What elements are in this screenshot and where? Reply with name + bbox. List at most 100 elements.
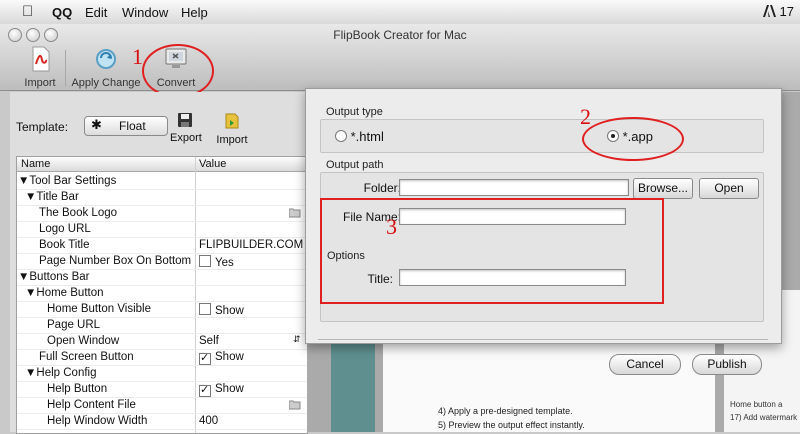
export-template-button[interactable]: Export [170,112,202,144]
grid-header: Name Value [17,157,307,172]
menu-help[interactable]: Help [181,5,208,20]
doc-line: 5) Preview the output effect instantly. [438,420,585,430]
table-row[interactable]: Help Content File [17,397,307,414]
annotation-step-2: 2 [580,104,591,129]
menu-edit[interactable]: Edit [85,5,107,20]
row-name-text: Buttons Bar [29,271,90,283]
row-name-text: Home Button [36,287,104,299]
row-value: ✓ Show [199,351,244,365]
row-name: Help Content File [47,399,136,411]
table-row[interactable]: Help Window Width 400 [17,413,307,430]
table-row[interactable]: Open Window Self ⇵ [17,333,307,350]
row-name: Book Title [39,239,90,251]
import-template-label: Import [216,134,248,146]
row-name-text: Tool Bar Settings [29,175,117,187]
table-row[interactable]: Page URL [17,317,307,334]
window-titlebar: FlipBook Creator for Mac Import Apply Ch… [0,24,800,91]
row-name: Home Button Visible [47,303,151,315]
table-row[interactable]: Page Number Box On Bottom Yes [17,253,307,270]
folder-input[interactable] [399,179,629,196]
doc-right-line: Home button a [730,400,783,409]
import-button[interactable]: Import [10,46,70,89]
table-row[interactable]: ▼Tool Bar Settings [17,173,307,190]
cancel-button[interactable]: Cancel [609,354,681,375]
row-name: ▼Buttons Bar [18,271,90,283]
table-row[interactable]: Full Screen Button ✓ Show [17,349,307,366]
radio-html[interactable]: *.html [335,129,384,144]
checkbox[interactable] [199,255,211,267]
adobe-icon[interactable] [762,5,776,17]
pdf-import-icon [32,46,50,72]
browse-button[interactable]: Browse... [633,178,693,199]
annotation-step-1: 1 [132,44,143,69]
row-value[interactable]: Self [199,335,219,347]
checkbox-checked[interactable]: ✓ [199,353,211,365]
row-name: Help Button [47,383,108,395]
menu-bar:  QQ Edit Window Help 17 [0,0,800,25]
floppy-disk-icon [178,113,192,127]
checkbox[interactable] [199,303,211,315]
row-name: Page URL [47,319,101,331]
window-title: FlipBook Creator for Mac [333,28,467,42]
annotation-step-3: 3 [386,214,397,239]
column-header-name[interactable]: Name [21,158,50,170]
table-row[interactable]: ▼Buttons Bar [17,269,307,286]
folder-import-icon [225,113,239,129]
menu-window[interactable]: Window [122,5,168,20]
row-value: ✓ Show [199,383,244,397]
import-label: Import [24,77,56,89]
row-name: Open Window [47,335,120,347]
radio-html-label: *.html [350,129,384,144]
row-name: ▼Title Bar [25,191,79,203]
menubar-status: 17 [762,4,794,19]
checkbox-checked[interactable]: ✓ [199,385,211,397]
row-name-text: Title Bar [36,191,79,203]
checkbox-label: Yes [215,257,234,269]
template-label: Template: [16,120,69,134]
row-value[interactable]: FLIPBUILDER.COM [199,239,303,251]
row-name-text: Help Config [36,367,97,379]
row-name: ▼Tool Bar Settings [18,175,117,187]
dialog-separator [318,339,768,340]
apple-logo-icon[interactable]:  [22,3,33,20]
column-header-value[interactable]: Value [199,158,226,170]
row-value: Show [199,303,244,317]
row-value[interactable]: 400 [199,415,218,427]
table-row[interactable]: Home Button Visible Show [17,301,307,318]
import-template-button[interactable]: Import [214,112,250,146]
refresh-icon [96,49,116,69]
stepper-icon[interactable]: ⇵ [293,334,301,345]
doc-line: 4) Apply a pre-designed template. [438,406,573,416]
properties-grid: Name Value ▼Tool Bar Settings ▼Title Bar… [16,156,308,434]
table-row[interactable]: Help Button ✓ Show [17,381,307,398]
template-select-button[interactable]: ✱ Float [84,116,168,136]
radio-html-button[interactable] [335,130,347,142]
open-folder-button[interactable]: Open [699,178,759,199]
row-name: Full Screen Button [39,351,134,363]
row-name: ▼Help Config [25,367,97,379]
table-row[interactable]: ▼Help Config [17,365,307,382]
checkbox-label: Show [215,383,244,395]
checkbox-label: Show [215,351,244,363]
table-row[interactable]: ▼Title Bar [17,189,307,206]
table-row[interactable]: The Book Logo [17,205,307,222]
menu-app-name[interactable]: QQ [52,5,72,20]
template-value: Float [119,119,146,133]
annotation-circle-app [582,117,684,161]
folder-label: Folder: [363,181,401,195]
row-name: Help Window Width [47,415,148,427]
checkbox-label: Show [215,305,244,317]
doc-right-line: 17) Add watermark [730,413,798,422]
row-name: Page Number Box On Bottom [39,255,192,267]
gear-icon: ✱ [91,117,102,132]
table-row[interactable]: ▼Home Button [17,285,307,302]
template-bar: Template: ✱ Float Export Import [10,92,306,154]
output-path-title: Output path [326,159,384,171]
table-row[interactable]: Logo URL [17,221,307,238]
publish-button[interactable]: Publish [692,354,762,375]
row-name: Logo URL [39,223,91,235]
folder-browse-icon[interactable] [289,400,301,410]
folder-browse-icon[interactable] [289,208,301,218]
table-row[interactable]: Book Title FLIPBUILDER.COM [17,237,307,254]
annotation-circle-convert [142,44,214,98]
